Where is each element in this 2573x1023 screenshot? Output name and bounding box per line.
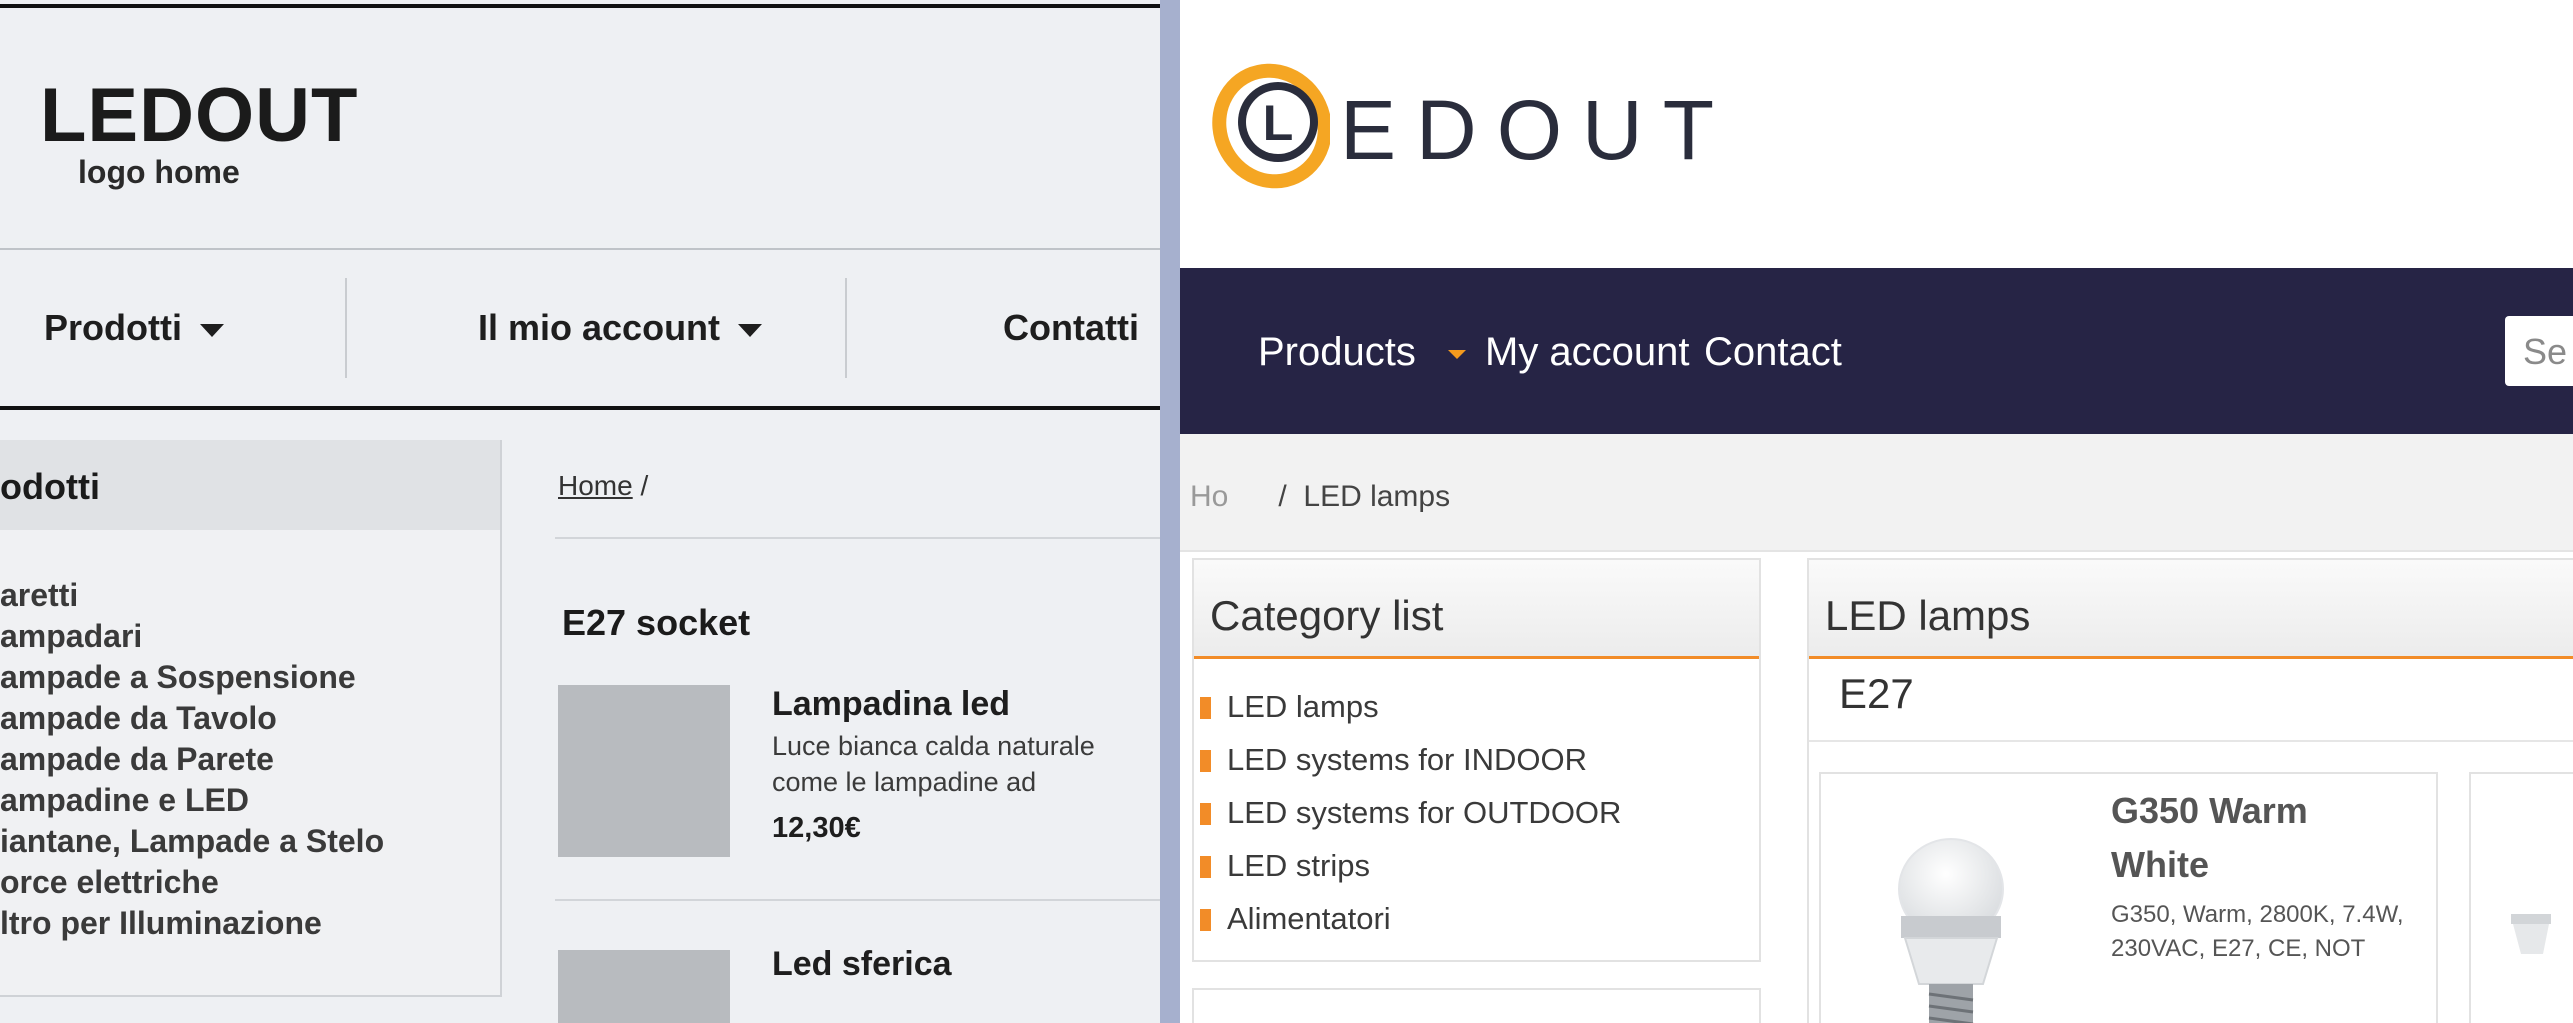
nav-item-label: My account [1485, 330, 1690, 374]
sidebar-header: odotti [0, 440, 500, 530]
nav-item-label: Contatti [1003, 307, 1139, 348]
bullet-icon [1200, 856, 1211, 878]
breadcrumb: Home / [558, 470, 648, 502]
product-description: G350, Warm, 2800K, 7.4W, 230VAC, E27, CE… [2111, 901, 2404, 962]
divider-line [1809, 740, 2573, 742]
sidebar-item[interactable]: iantane, Lampade a Stelo [0, 821, 384, 862]
product-description: Luce bianca calda naturale come le lampa… [772, 731, 1095, 797]
sidebar-item[interactable]: orce elettriche [0, 862, 384, 903]
category-list: LED lamps LED systems for INDOOR LED sys… [1200, 680, 1621, 945]
website-panel: L EDOUT Products My account Contact Se H… [1180, 0, 2573, 1023]
chevron-down-icon [199, 323, 224, 337]
breadcrumb: Ho / LED lamps [1190, 480, 1450, 514]
category-label: LED strips [1227, 848, 1370, 883]
category-label: LED lamps [1227, 689, 1379, 724]
wireframe-panel: LEDOUT logo home Prodotti Il mio account… [0, 0, 1165, 1023]
sidebar-item[interactable]: ampade a Sospensione [0, 657, 384, 698]
comparison-divider [1160, 0, 1180, 1023]
bullet-icon [1200, 750, 1211, 772]
product-card[interactable]: G350 Warm White G350, Warm, 2800K, 7.4W,… [1819, 772, 2438, 1023]
category-list-panel: Category list LED lamps LED systems for … [1192, 558, 1761, 962]
breadcrumb-separator: / [640, 470, 649, 501]
sidebar-list: aretti ampadari ampade a Sospensione amp… [0, 575, 384, 944]
breadcrumb-bar: Ho / LED lamps [1180, 434, 2573, 552]
logo-letter: L [1263, 95, 1294, 151]
bullet-icon [1200, 697, 1211, 719]
panel-header: LED lamps [1809, 560, 2573, 659]
section-title: E27 socket [562, 602, 751, 643]
sidebar-item[interactable]: aretti [0, 575, 384, 616]
sidebar-item[interactable]: ampadine e LED [0, 780, 384, 821]
led-bulb-image[interactable] [2511, 884, 2571, 1004]
divider-line [555, 537, 1165, 539]
nav-item-contatti[interactable]: Contatti [1003, 307, 1139, 349]
breadcrumb-current: LED lamps [1303, 480, 1451, 513]
site-brand-name[interactable]: EDOUT [1340, 88, 1734, 172]
nav-item-label: Products [1258, 330, 1416, 374]
nav-item-il-mio-account[interactable]: Il mio account [478, 307, 763, 349]
divider-line [555, 899, 1165, 901]
site-nav: Products My account Contact Se [1180, 268, 2573, 434]
breadcrumb-home-link[interactable]: Home [558, 470, 633, 501]
bullet-icon [1200, 909, 1211, 931]
category-item[interactable]: LED strips [1200, 839, 1621, 892]
nav-item-prodotti[interactable]: Prodotti [44, 307, 224, 349]
secondary-panel [1192, 988, 1761, 1023]
wireframe-logo-title[interactable]: LEDOUT [40, 78, 358, 154]
breadcrumb-separator: / [1278, 480, 1287, 513]
ledout-logo-icon[interactable]: L [1200, 60, 1330, 190]
product-image-placeholder[interactable] [558, 685, 730, 857]
chevron-down-icon [1447, 349, 1466, 359]
nav-divider [345, 278, 347, 378]
wireframe-sidebar: odotti aretti ampadari ampade a Sospensi… [0, 440, 502, 997]
top-border [0, 4, 1165, 8]
product-listing-panel: LED lamps E27 G350 Warm White G350, Warm… [1807, 558, 2573, 1023]
wireframe-logo-subtitle: logo home [78, 154, 240, 190]
chevron-down-icon [738, 323, 763, 337]
sidebar-item[interactable]: ltro per Illuminazione [0, 903, 384, 944]
category-label: Alimentatori [1227, 901, 1391, 936]
nav-item-products[interactable]: Products [1258, 330, 1466, 375]
nav-divider [845, 278, 847, 378]
sidebar-item[interactable]: ampade da Tavolo [0, 698, 384, 739]
product-price: 12,30€ [772, 812, 861, 844]
sidebar-item[interactable]: ampade da Parete [0, 739, 384, 780]
category-label: LED systems for INDOOR [1227, 742, 1587, 777]
sidebar-title: odotti [0, 466, 100, 507]
search-input[interactable]: Se [2505, 316, 2573, 386]
nav-item-label: Contact [1704, 330, 1842, 374]
nav-item-label: Il mio account [478, 307, 721, 348]
category-item[interactable]: Alimentatori [1200, 892, 1621, 945]
product-name[interactable]: G350 Warm White [2111, 784, 2411, 892]
category-label: LED systems for OUTDOOR [1227, 795, 1622, 830]
category-item[interactable]: LED lamps [1200, 680, 1621, 733]
product-card[interactable] [2469, 772, 2573, 1023]
panel-header: Category list [1194, 560, 1759, 659]
wireframe-nav: Prodotti Il mio account Contatti [0, 248, 1165, 410]
product-name[interactable]: Lampadina led [772, 685, 1010, 724]
category-item[interactable]: LED systems for OUTDOOR [1200, 786, 1621, 839]
category-item[interactable]: LED systems for INDOOR [1200, 733, 1621, 786]
product-name[interactable]: Led sferica [772, 945, 952, 984]
breadcrumb-home-link[interactable]: Ho [1190, 480, 1228, 513]
panel-title: Category list [1210, 592, 1444, 639]
search-placeholder: Se [2523, 331, 2568, 372]
section-subtitle: E27 [1839, 670, 1914, 717]
panel-title: LED lamps [1825, 592, 2031, 639]
bullet-icon [1200, 803, 1211, 825]
product-image-placeholder[interactable] [558, 950, 730, 1023]
led-bulb-image[interactable] [1891, 834, 2011, 1023]
nav-item-my-account[interactable]: My account [1485, 330, 1690, 375]
sidebar-item[interactable]: ampadari [0, 616, 384, 657]
nav-item-contact[interactable]: Contact [1704, 330, 1842, 375]
nav-item-label: Prodotti [44, 307, 182, 348]
